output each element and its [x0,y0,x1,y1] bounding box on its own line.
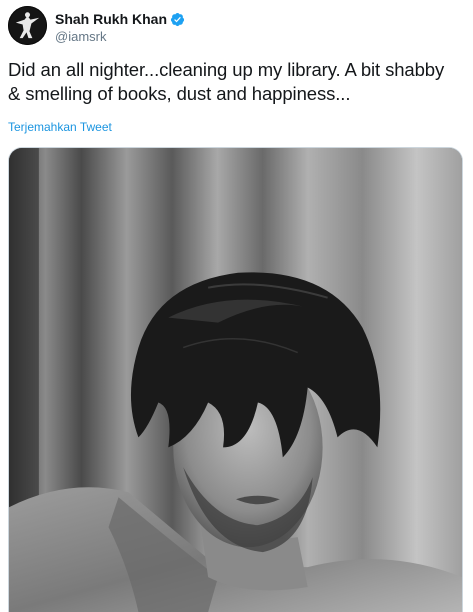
tweet-photo[interactable] [8,147,463,612]
avatar-image [8,6,47,45]
avatar[interactable] [8,6,47,45]
display-name[interactable]: Shah Rukh Khan [55,11,167,28]
tweet-text: Did an all nighter...cleaning up my libr… [8,58,463,106]
translate-tweet-link[interactable]: Terjemahkan Tweet [8,120,112,135]
author-handle[interactable]: @iamsrk [55,29,185,45]
verified-badge-icon [170,12,185,27]
tweet-text-line-2: & smelling of books, dust and happiness.… [8,83,351,104]
tweet-text-line-1: Did an all nighter...cleaning up my libr… [8,59,445,80]
display-name-row: Shah Rukh Khan [55,11,185,28]
tweet-card: Shah Rukh Khan @iamsrk Did an all nighte… [0,0,473,612]
author-names: Shah Rukh Khan @iamsrk [55,11,185,45]
tweet-header: Shah Rukh Khan @iamsrk [8,6,463,46]
photo-image [9,148,462,612]
